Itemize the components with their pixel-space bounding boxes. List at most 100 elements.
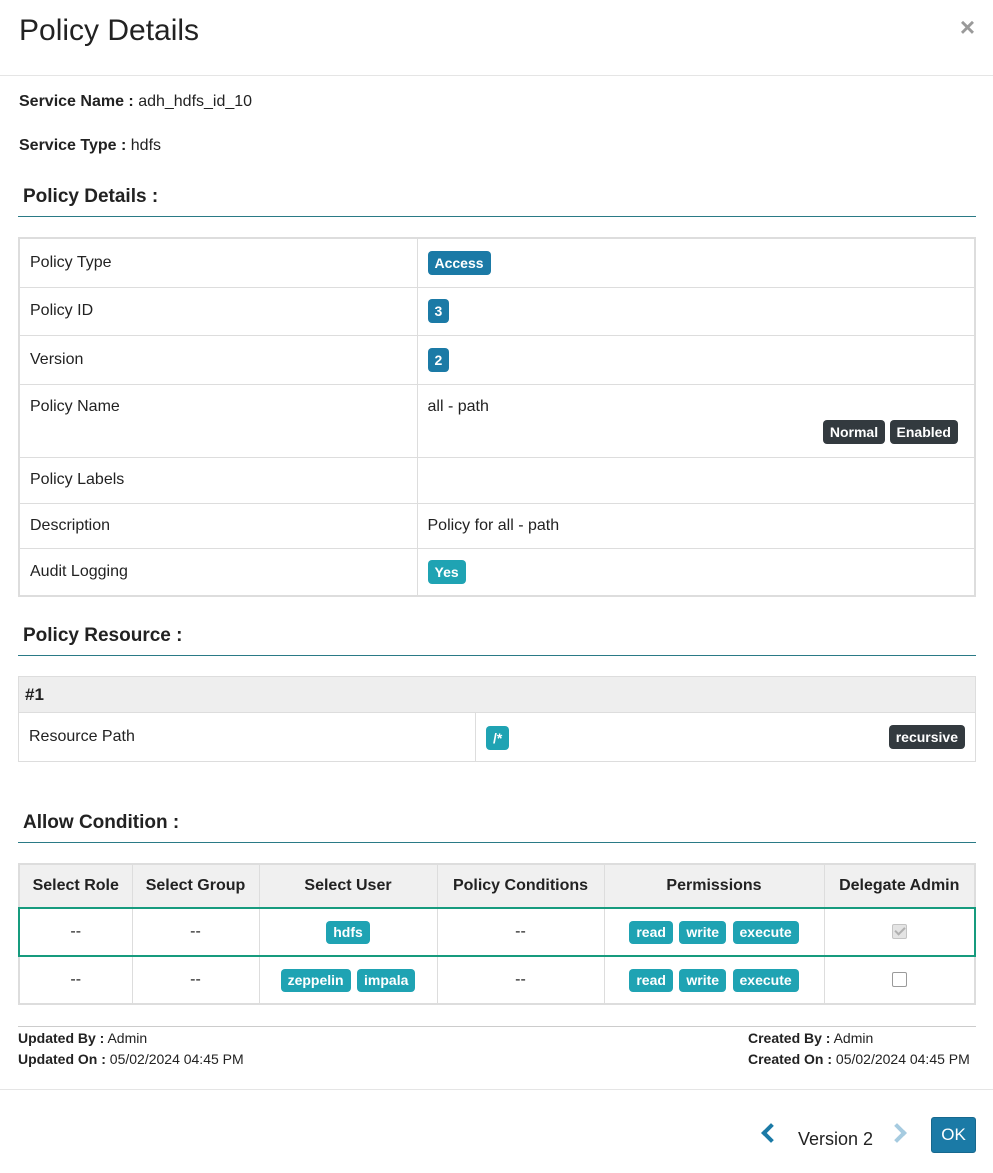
service-type-line: Service Type : hdfs xyxy=(19,137,161,155)
chevron-right-icon[interactable] xyxy=(887,1123,907,1143)
permission-badge: write xyxy=(679,920,727,944)
policy-type-badge: Access xyxy=(427,250,491,275)
updated-by-value: Admin xyxy=(107,1030,148,1046)
version-label: Version xyxy=(18,334,418,385)
policy-id-badge: 3 xyxy=(427,299,450,323)
header-select-group: Select Group xyxy=(131,863,260,909)
created-on: Created On : 05/02/2024 04:45 PM xyxy=(748,1051,970,1072)
updated-on: Updated On : 05/02/2024 04:45 PM xyxy=(18,1051,244,1072)
chevron-left-icon[interactable] xyxy=(761,1123,781,1143)
policy-id-row: Policy ID 3 xyxy=(18,286,976,336)
modal-title: Policy Details xyxy=(19,14,200,47)
version-label: Version 2 xyxy=(798,1129,874,1149)
close-icon[interactable]: × xyxy=(960,14,975,40)
created-by: Created By : Admin xyxy=(748,1030,970,1051)
row-group: -- xyxy=(131,955,260,1005)
created-by-label: Created By : xyxy=(748,1030,831,1046)
policy-id-cell: 3 xyxy=(416,286,976,336)
ok-button[interactable]: OK xyxy=(931,1117,976,1153)
resource-index-header: #1 xyxy=(18,676,976,713)
header-select-role: Select Role xyxy=(18,863,133,909)
permission-badge: execute xyxy=(732,920,799,944)
service-name-label: Service Name : xyxy=(19,93,134,110)
updated-on-label: Updated On : xyxy=(18,1051,106,1067)
audit-info: Updated By : Admin Updated On : 05/02/20… xyxy=(18,1026,976,1067)
row-group: -- xyxy=(131,907,260,957)
row-delegate-admin xyxy=(823,955,976,1005)
updated-on-value: 05/02/2024 04:45 PM xyxy=(109,1051,244,1067)
created-on-value: 05/02/2024 04:45 PM xyxy=(835,1051,970,1067)
policy-type-cell: Access xyxy=(416,237,976,288)
resource-path-badge: /* xyxy=(486,725,510,750)
audit-logging-label: Audit Logging xyxy=(18,547,418,597)
row-permissions: read write execute xyxy=(603,955,825,1005)
updated-info: Updated By : Admin Updated On : 05/02/20… xyxy=(18,1030,244,1072)
recursive-badge: recursive xyxy=(888,724,965,749)
updated-by-label: Updated By : xyxy=(18,1030,105,1046)
user-badge: zeppelin xyxy=(280,968,351,992)
enabled-badge: Enabled xyxy=(889,419,958,444)
table-row: -- -- hdfs -- read write execute xyxy=(18,907,976,957)
policy-id-label: Policy ID xyxy=(18,286,418,336)
policy-name-row: Policy Name all - path Normal Enabled xyxy=(18,383,976,458)
policy-resource-table: #1 Resource Path /* recursive xyxy=(18,676,976,762)
created-on-label: Created On : xyxy=(748,1051,833,1067)
description-label: Description xyxy=(18,502,418,549)
audit-logging-row: Audit Logging Yes xyxy=(18,547,976,597)
allow-condition-heading: Allow Condition : xyxy=(18,812,976,843)
resource-path-cell: /* recursive xyxy=(475,712,976,762)
row-role: -- xyxy=(18,955,133,1005)
allow-header-row: Select Role Select Group Select User Pol… xyxy=(18,863,976,909)
resource-header-row: #1 xyxy=(18,676,976,713)
description-value: Policy for all - path xyxy=(416,502,976,549)
user-badge: hdfs xyxy=(326,920,370,944)
delegate-admin-checkbox[interactable] xyxy=(891,972,907,988)
service-name-value: adh_hdfs_id_10 xyxy=(138,93,253,110)
permission-badge: write xyxy=(679,968,727,992)
policy-type-label: Policy Type xyxy=(18,237,418,288)
row-conditions: -- xyxy=(436,955,605,1005)
row-users: zeppelin impala xyxy=(258,955,438,1005)
user-badge: impala xyxy=(357,968,416,992)
policy-details-table: Policy Type Access Policy ID 3 Version 2… xyxy=(18,237,976,597)
header-permissions: Permissions xyxy=(603,863,825,909)
permission-badge: read xyxy=(629,920,673,944)
policy-type-row: Policy Type Access xyxy=(18,237,976,288)
header-policy-conditions: Policy Conditions xyxy=(436,863,605,909)
policy-name-cell: all - path Normal Enabled xyxy=(416,383,976,458)
policy-name-value: all - path xyxy=(427,397,489,415)
description-row: Description Policy for all - path xyxy=(18,502,976,549)
allow-condition-table: Select Role Select Group Select User Pol… xyxy=(18,863,976,1005)
created-info: Created By : Admin Created On : 05/02/20… xyxy=(748,1030,970,1072)
resource-path-row: Resource Path /* recursive xyxy=(18,712,976,762)
header-select-user: Select User xyxy=(258,863,438,909)
policy-labels-value xyxy=(416,456,976,504)
permission-badge: read xyxy=(629,968,673,992)
header-delegate-admin: Delegate Admin xyxy=(823,863,976,909)
version-row: Version 2 xyxy=(18,334,976,385)
row-conditions: -- xyxy=(436,907,605,957)
row-delegate-admin xyxy=(823,907,976,957)
delegate-admin-checkbox[interactable] xyxy=(891,924,907,940)
policy-labels-row: Policy Labels xyxy=(18,456,976,504)
table-row: -- -- zeppelin impala -- read write exec… xyxy=(18,955,976,1005)
version-badge: 2 xyxy=(427,347,450,372)
modal-header: Policy Details × xyxy=(0,0,993,76)
policy-resource-heading: Policy Resource : xyxy=(18,625,976,656)
row-users: hdfs xyxy=(258,907,438,957)
service-type-label: Service Type : xyxy=(19,137,127,154)
resource-path-label: Resource Path xyxy=(18,712,476,762)
normal-badge: Normal xyxy=(822,419,886,444)
created-by-value: Admin xyxy=(833,1030,874,1046)
policy-details-heading: Policy Details : xyxy=(18,186,976,217)
policy-labels-label: Policy Labels xyxy=(18,456,418,504)
service-name-line: Service Name : adh_hdfs_id_10 xyxy=(19,93,252,111)
permission-badge: execute xyxy=(732,968,799,992)
policy-name-label: Policy Name xyxy=(18,383,418,458)
policy-name-badges: Normal Enabled xyxy=(428,419,965,444)
audit-logging-badge: Yes xyxy=(427,559,466,584)
service-type-value: hdfs xyxy=(130,137,162,154)
updated-by: Updated By : Admin xyxy=(18,1030,244,1051)
version-cell: 2 xyxy=(416,334,976,385)
audit-logging-cell: Yes xyxy=(416,547,976,597)
